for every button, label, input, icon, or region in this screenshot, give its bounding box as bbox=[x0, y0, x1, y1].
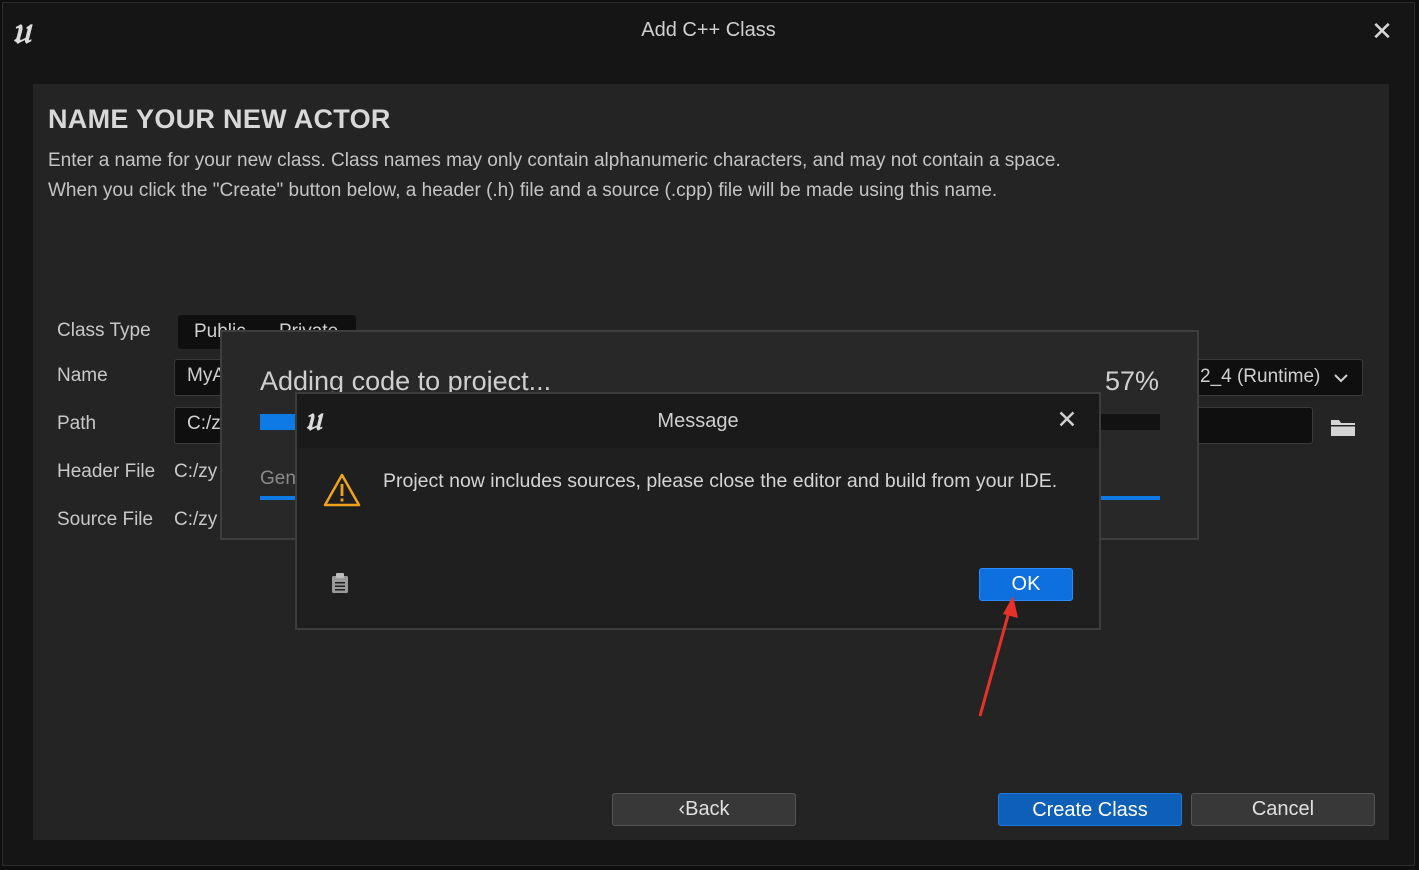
cancel-button[interactable]: Cancel bbox=[1191, 793, 1375, 826]
close-icon[interactable]: ✕ bbox=[1053, 406, 1081, 434]
path-label: Path bbox=[57, 413, 97, 434]
name-label: Name bbox=[57, 365, 108, 386]
folder-icon[interactable] bbox=[1330, 417, 1356, 437]
header-file-label: Header File bbox=[57, 461, 156, 482]
warning-icon bbox=[323, 473, 361, 507]
create-class-button[interactable]: Create Class bbox=[998, 793, 1182, 826]
message-title-bar: 𝔲 Message ✕ bbox=[297, 394, 1099, 448]
clipboard-icon[interactable] bbox=[331, 572, 349, 594]
path-input-end[interactable] bbox=[1183, 407, 1313, 444]
title-bar: 𝔲 Add C++ Class ✕ bbox=[3, 3, 1414, 83]
page-title: NAME YOUR NEW ACTOR bbox=[48, 104, 391, 134]
annotation-arrow-icon bbox=[978, 596, 1018, 717]
progress-percent: 57% bbox=[1104, 366, 1159, 396]
source-file-label: Source File bbox=[57, 509, 154, 530]
close-icon[interactable]: ✕ bbox=[1368, 17, 1396, 45]
source-file-value: C:/zy bbox=[174, 509, 218, 530]
message-title: Message bbox=[657, 410, 739, 432]
chevron-down-icon bbox=[1334, 374, 1348, 383]
window-title: Add C++ Class bbox=[641, 19, 776, 41]
header-file-value: C:/zy bbox=[174, 461, 218, 482]
description-line-2: When you click the "Create" button below… bbox=[48, 180, 998, 201]
class-type-label: Class Type bbox=[57, 320, 151, 341]
progress-status: Gen bbox=[260, 468, 296, 489]
message-text: Project now includes sources, please clo… bbox=[383, 470, 1058, 492]
module-select[interactable]: 2_4 (Runtime) bbox=[1183, 359, 1363, 396]
module-select-value: 2_4 (Runtime) bbox=[1200, 366, 1321, 387]
description-line-1: Enter a name for your new class. Class n… bbox=[48, 150, 1061, 171]
back-button[interactable]: ‹Back bbox=[612, 793, 796, 826]
